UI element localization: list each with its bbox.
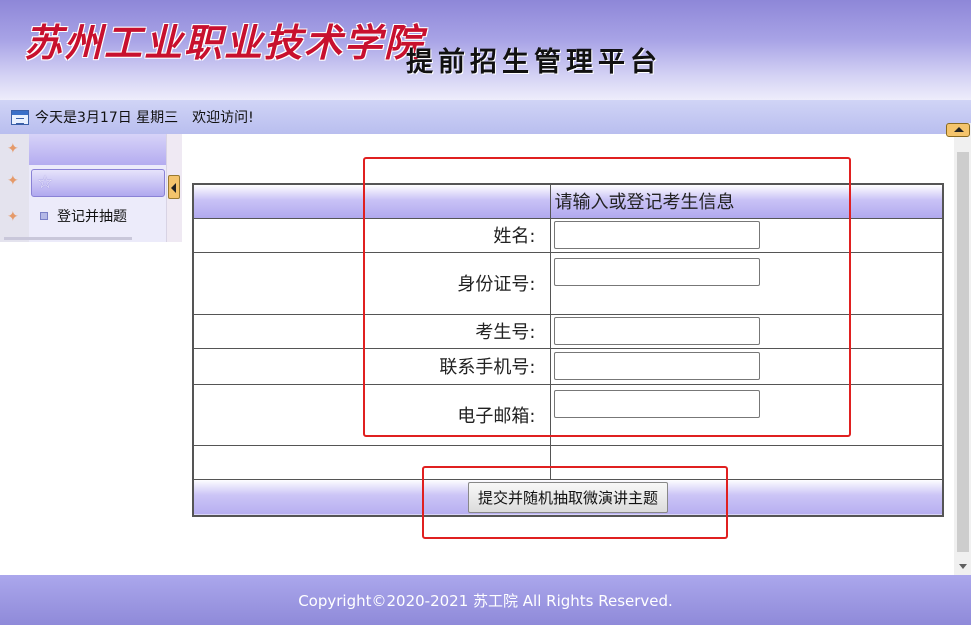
sidebar: ✦ ✦ ✦ ☆ 登记并抽题 (0, 134, 182, 242)
scroll-down-icon[interactable] (959, 564, 967, 569)
date-text: 今天是3月17日 星期三 (35, 110, 179, 126)
sidebar-gutter: ✦ ✦ ✦ (0, 134, 29, 242)
sidebar-scrollbar[interactable] (4, 237, 132, 240)
calendar-icon (11, 109, 29, 125)
welcome-text: 欢迎访问! (192, 110, 254, 126)
sparkle-icon: ✦ (7, 209, 19, 225)
footer: Copyright©2020-2021 苏工院 All Rights Reser… (0, 575, 971, 625)
highlight-box-submit (422, 466, 728, 539)
sidebar-menu-group[interactable]: ☆ (31, 169, 165, 197)
copyright-text: Copyright©2020-2021 苏工院 All Rights Reser… (298, 591, 673, 610)
school-name: 苏州工业职业技术学院 (24, 20, 425, 65)
sidebar-item-register[interactable]: 登记并抽题 (40, 206, 127, 226)
status-bar: 今天是3月17日 星期三 欢迎访问! (0, 100, 971, 134)
sidebar-header[interactable] (29, 134, 166, 165)
sidebar-item-label: 登记并抽题 (57, 209, 127, 225)
highlight-box-form (363, 157, 851, 437)
platform-name: 提前招生管理平台 (406, 47, 662, 78)
collapse-sidebar-button[interactable] (168, 175, 180, 199)
star-icon: ☆ (37, 172, 54, 193)
scrollbar-thumb[interactable] (957, 152, 969, 552)
header-banner: 苏州工业职业技术学院 提前招生管理平台 (0, 0, 971, 100)
sparkle-icon: ✦ (7, 141, 19, 157)
bullet-icon (40, 212, 48, 220)
scroll-up-button[interactable] (946, 123, 970, 137)
sparkle-icon: ✦ (7, 173, 19, 189)
